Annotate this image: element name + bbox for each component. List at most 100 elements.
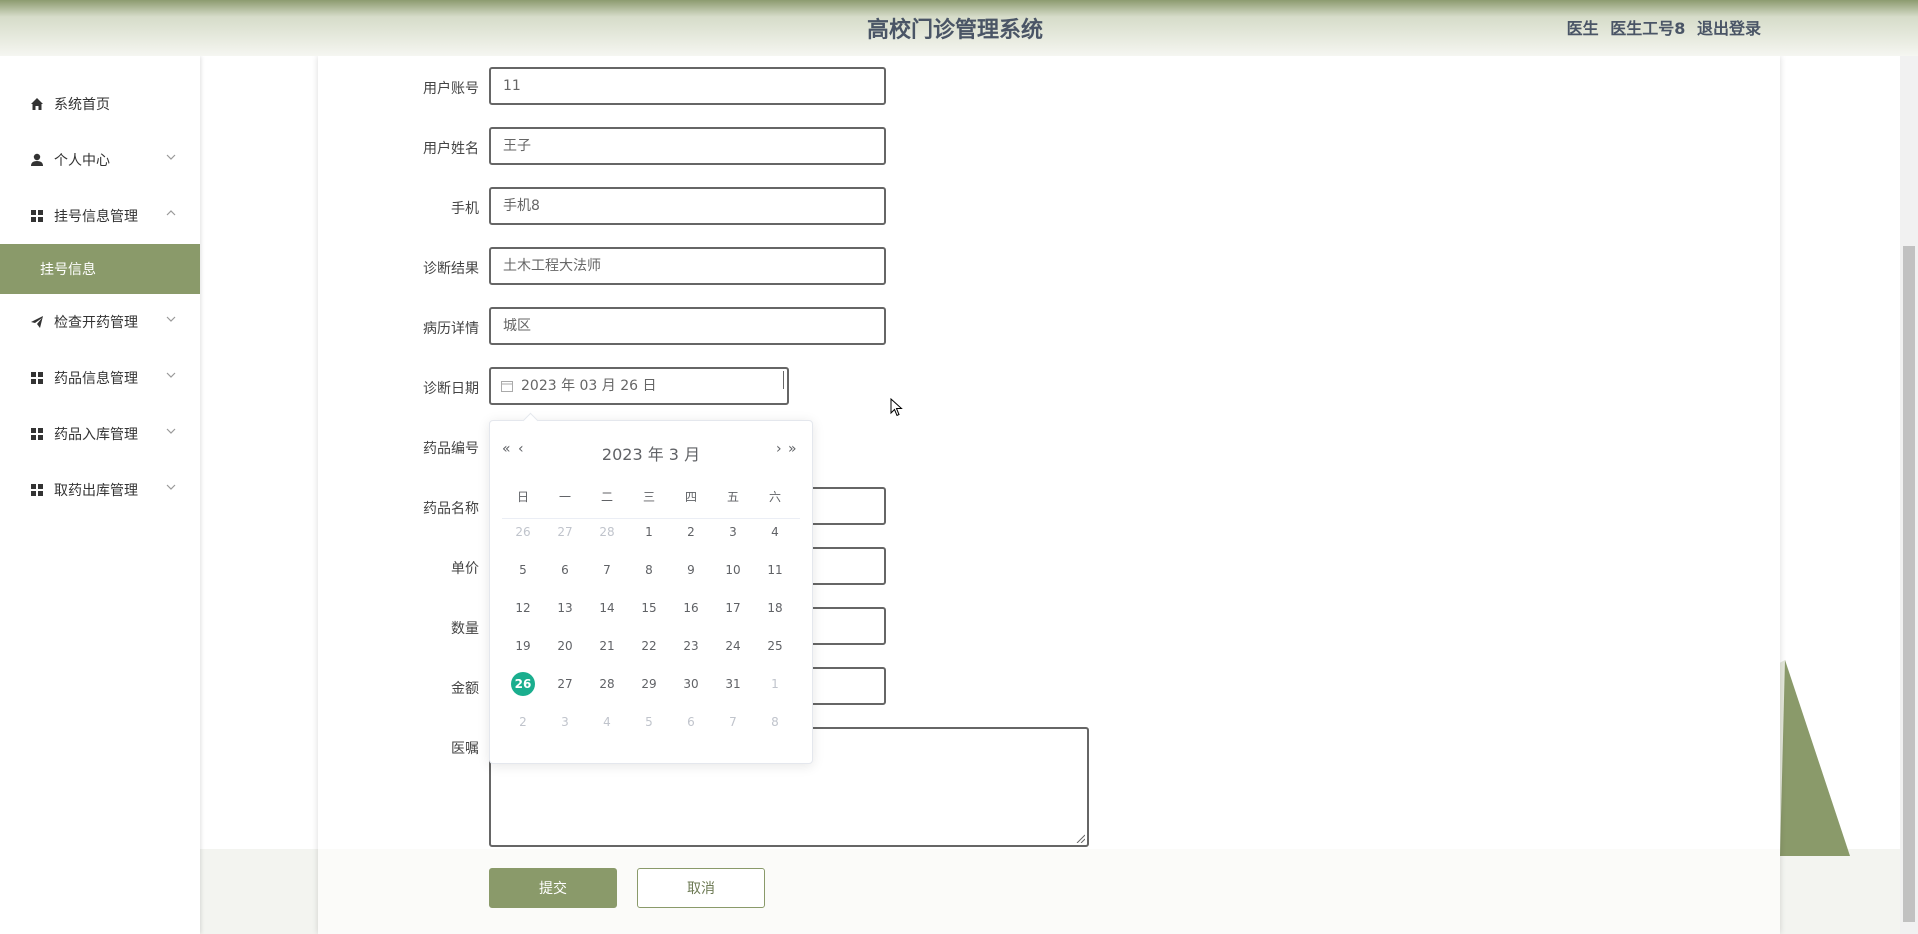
calendar-day[interactable]: 31 — [712, 677, 754, 691]
diagnosis-result-input[interactable]: 土木工程大法师 — [489, 247, 886, 285]
calendar-day[interactable]: 4 — [754, 525, 796, 539]
calendar-day-number: 4 — [603, 715, 611, 729]
calendar-day-number: 9 — [687, 563, 695, 577]
calendar-day[interactable]: 4 — [586, 715, 628, 729]
user-role: 医生 — [1566, 19, 1599, 38]
calendar-day[interactable]: 28 — [586, 525, 628, 539]
chevron-up-icon — [166, 210, 176, 216]
calendar-week-row: 12 13 14 15 16 17 18 — [502, 589, 800, 627]
calendar-day-number: 26 — [511, 672, 535, 696]
calendar-day-number: 6 — [561, 563, 569, 577]
calendar-day-selected[interactable]: 26 — [502, 672, 544, 696]
calendar-week-row: 26 27 28 29 30 31 1 — [502, 665, 800, 703]
calendar-day-number: 17 — [725, 601, 741, 615]
sidebar-item-registration-management[interactable]: 挂号信息管理 — [0, 188, 200, 244]
calendar-day[interactable]: 15 — [628, 601, 670, 615]
resize-handle-icon[interactable] — [1075, 833, 1085, 843]
date-picker-header: « ‹ 2023 年 3 月 › » — [490, 441, 812, 464]
next-month-button[interactable]: › — [776, 441, 782, 457]
calendar-day[interactable]: 12 — [502, 601, 544, 615]
sidebar-item-exam-prescription[interactable]: 检查开药管理 — [0, 294, 200, 350]
scrollbar-thumb[interactable] — [1903, 246, 1915, 922]
calendar-day[interactable]: 30 — [670, 677, 712, 691]
calendar-day[interactable]: 2 — [670, 525, 712, 539]
calendar-day[interactable]: 6 — [544, 563, 586, 577]
calendar-day[interactable]: 1 — [754, 677, 796, 691]
sidebar-item-drug-info[interactable]: 药品信息管理 — [0, 350, 200, 406]
text-caret — [783, 371, 784, 389]
sidebar: 系统首页 个人中心 挂号信息管理 挂号信息 检查开药管理 药品信息管理 药品入库… — [0, 56, 200, 934]
page-scrollbar[interactable] — [1900, 56, 1918, 934]
calendar-day[interactable]: 16 — [670, 601, 712, 615]
calendar-day-number: 27 — [557, 677, 573, 691]
calendar-day[interactable]: 18 — [754, 601, 796, 615]
home-icon — [30, 97, 44, 111]
chevron-down-icon — [166, 154, 176, 160]
calendar-day[interactable]: 27 — [544, 677, 586, 691]
calendar-day[interactable]: 13 — [544, 601, 586, 615]
sidebar-item-drug-stock-in[interactable]: 药品入库管理 — [0, 406, 200, 462]
calendar-day-number: 16 — [683, 601, 699, 615]
logout-link[interactable]: 退出登录 — [1697, 19, 1761, 38]
calendar-day[interactable]: 10 — [712, 563, 754, 577]
calendar-day[interactable]: 22 — [628, 639, 670, 653]
calendar-day[interactable]: 29 — [628, 677, 670, 691]
calendar-day[interactable]: 28 — [586, 677, 628, 691]
calendar-day-number: 1 — [771, 677, 779, 691]
calendar-day[interactable]: 11 — [754, 563, 796, 577]
calendar-day-number: 8 — [771, 715, 779, 729]
medical-record-input[interactable]: 城区 — [489, 307, 886, 345]
calendar-day[interactable]: 8 — [628, 563, 670, 577]
calendar-day[interactable]: 8 — [754, 715, 796, 729]
submit-button[interactable]: 提交 — [489, 868, 617, 908]
sidebar-item-label: 系统首页 — [54, 97, 110, 113]
calendar-day-number: 6 — [687, 715, 695, 729]
calendar-day-number: 7 — [729, 715, 737, 729]
calendar-day[interactable]: 17 — [712, 601, 754, 615]
calendar-day[interactable]: 7 — [586, 563, 628, 577]
calendar-day[interactable]: 21 — [586, 639, 628, 653]
calendar-day[interactable]: 6 — [670, 715, 712, 729]
calendar-day[interactable]: 26 — [502, 525, 544, 539]
calendar-day[interactable]: 9 — [670, 563, 712, 577]
chevron-down-icon — [166, 428, 176, 434]
calendar-day[interactable]: 2 — [502, 715, 544, 729]
calendar-day[interactable]: 3 — [712, 525, 754, 539]
cancel-button[interactable]: 取消 — [637, 868, 765, 908]
sidebar-item-registration-info[interactable]: 挂号信息 — [0, 244, 200, 294]
calendar-day-number: 4 — [771, 525, 779, 539]
calendar-icon — [501, 381, 513, 392]
phone-input[interactable]: 手机8 — [489, 187, 886, 225]
calendar-day-number: 3 — [729, 525, 737, 539]
calendar-day[interactable]: 25 — [754, 639, 796, 653]
calendar-day[interactable]: 5 — [502, 563, 544, 577]
calendar-day-number: 19 — [515, 639, 531, 653]
calendar-day[interactable]: 3 — [544, 715, 586, 729]
calendar-day[interactable]: 23 — [670, 639, 712, 653]
sidebar-item-personal-center[interactable]: 个人中心 — [0, 132, 200, 188]
calendar-day-number: 2 — [687, 525, 695, 539]
diagnosis-date-input[interactable]: 2023 年 03 月 26 日 — [489, 367, 789, 405]
calendar-day[interactable]: 24 — [712, 639, 754, 653]
calendar-day[interactable]: 5 — [628, 715, 670, 729]
grid-icon — [30, 209, 44, 223]
calendar-day[interactable]: 14 — [586, 601, 628, 615]
calendar-day[interactable]: 7 — [712, 715, 754, 729]
calendar-day-number: 30 — [683, 677, 699, 691]
calendar-day[interactable]: 19 — [502, 639, 544, 653]
user-name-input[interactable]: 王子 — [489, 127, 886, 165]
sidebar-item-drug-stock-out[interactable]: 取药出库管理 — [0, 462, 200, 518]
calendar-day[interactable]: 20 — [544, 639, 586, 653]
calendar-day[interactable]: 1 — [628, 525, 670, 539]
calendar-week-row: 26 27 28 1 2 3 4 — [502, 513, 800, 551]
calendar-day-number: 15 — [641, 601, 657, 615]
label-doctor-advice: 医嘱 — [451, 741, 479, 757]
user-account-input[interactable]: 11 — [489, 67, 886, 105]
calendar-day-number: 5 — [645, 715, 653, 729]
sidebar-item-home[interactable]: 系统首页 — [0, 76, 200, 132]
label-phone: 手机 — [451, 201, 479, 217]
calendar-day[interactable]: 27 — [544, 525, 586, 539]
next-year-button[interactable]: » — [788, 441, 797, 457]
calendar-day-number: 31 — [725, 677, 741, 691]
chevron-down-icon — [166, 372, 176, 378]
